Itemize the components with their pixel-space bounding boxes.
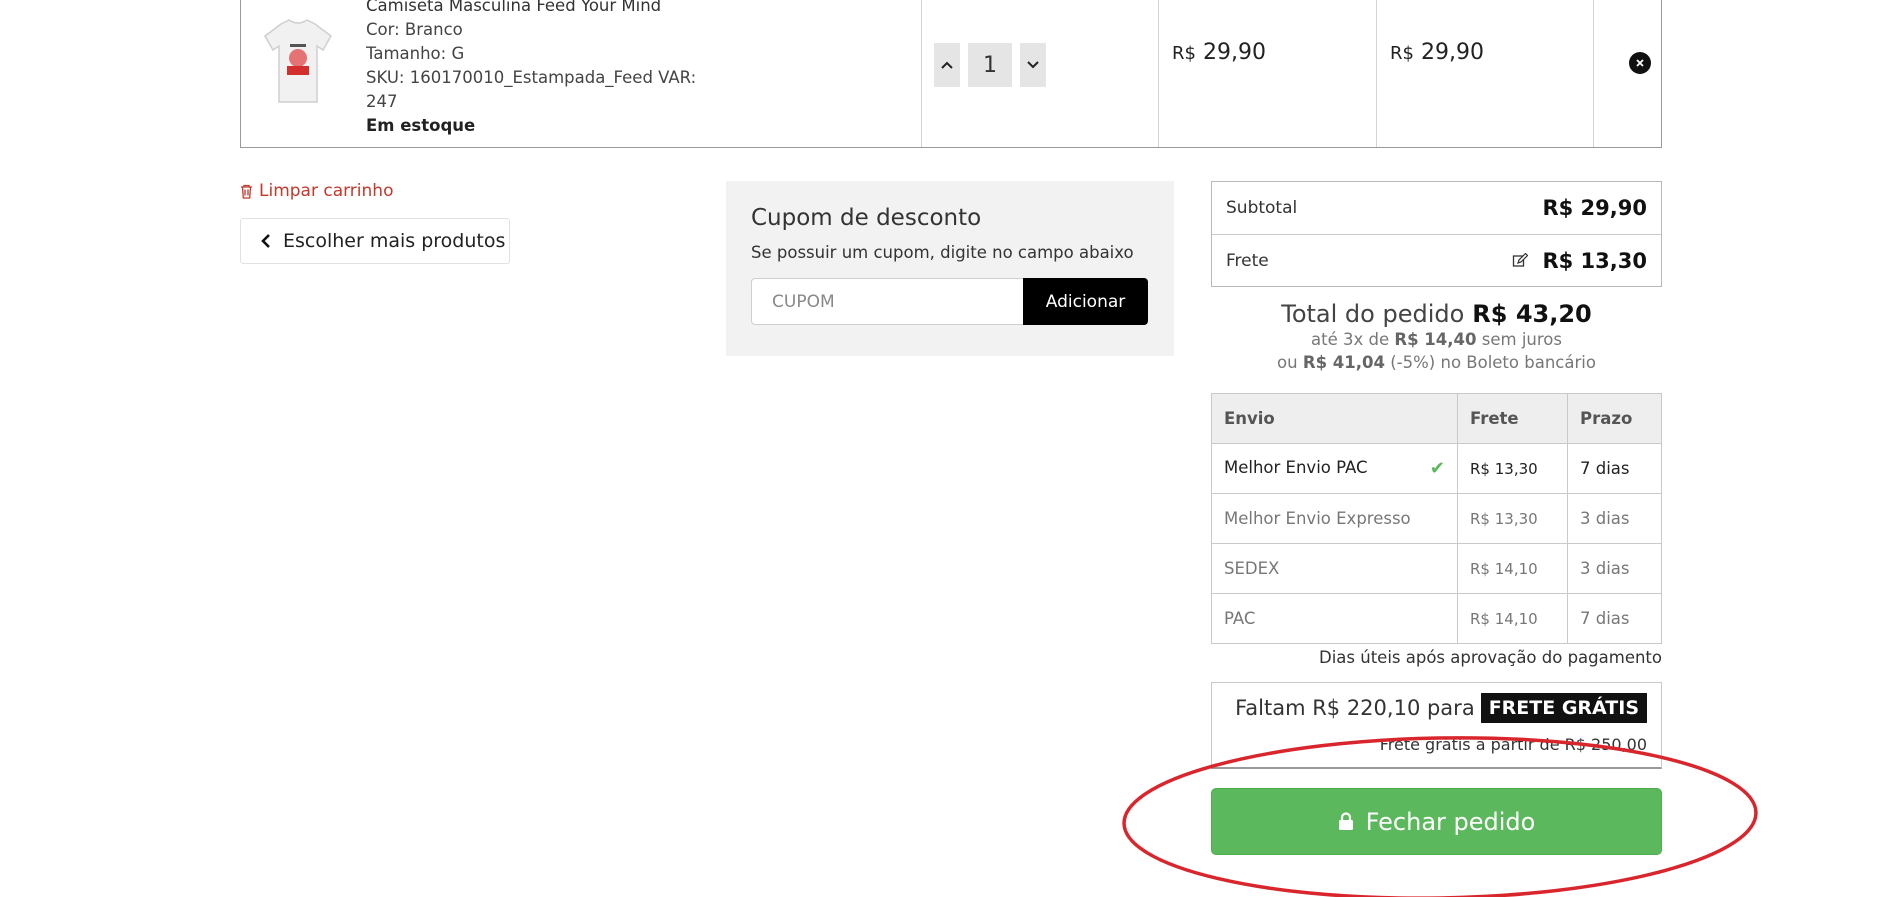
column-header-frete: Frete — [1457, 393, 1568, 444]
unit-price-cell: R$ 29,90 — [1159, 0, 1377, 147]
shipping-method: Melhor Envio Expresso — [1211, 493, 1458, 544]
shipping-method-cell: Melhor Envio PAC ✔ — [1211, 443, 1458, 494]
unit-price: R$ 29,90 — [1172, 40, 1266, 65]
shipping-price: R$ 14,10 — [1457, 543, 1568, 594]
coupon-title: Cupom de desconto — [751, 205, 982, 231]
shipping-price: R$ 13,30 — [1457, 493, 1568, 544]
installments-suffix: sem juros — [1481, 330, 1562, 349]
coupon-input[interactable] — [751, 278, 1023, 325]
total-label: Total do pedido — [1281, 300, 1465, 328]
shipping-price: R$ 13,30 — [1457, 443, 1568, 494]
quantity-value[interactable]: 1 — [968, 43, 1012, 87]
shipping-option-row[interactable]: Melhor Envio PAC ✔ R$ 13,30 7 dias — [1211, 443, 1662, 494]
close-icon — [1636, 59, 1644, 67]
total-line: Total do pedido R$ 43,20 — [1211, 300, 1662, 328]
subtotal-row: Subtotal R$ 29,90 — [1212, 182, 1661, 234]
unit-price-value: 29,90 — [1202, 40, 1266, 65]
clear-cart-label: Limpar carrinho — [259, 181, 394, 201]
total-price-currency: R$ — [1390, 43, 1414, 64]
edit-icon[interactable] — [1512, 252, 1529, 269]
shipping-option-row[interactable]: SEDEX R$ 14,10 3 dias — [1211, 543, 1662, 594]
quantity-decrease-button[interactable] — [1020, 43, 1046, 87]
installments-prefix: até 3x de — [1311, 330, 1390, 349]
column-header-prazo: Prazo — [1567, 393, 1662, 444]
chevron-down-icon — [1027, 61, 1039, 69]
shipping-note: Dias úteis após aprovação do pagamento — [1319, 648, 1662, 667]
trash-icon — [241, 184, 252, 199]
coupon-hint: Se possuir um cupom, digite no campo aba… — [751, 243, 1134, 262]
continue-shopping-button[interactable]: Escolher mais produtos — [240, 218, 510, 264]
chevron-left-icon — [261, 234, 270, 248]
installments-value: R$ 14,40 — [1394, 330, 1477, 349]
total-price: R$ 29,90 — [1390, 40, 1484, 65]
free-shipping-progress: Faltam R$ 220,10 para FRETE GRÁTIS — [1235, 693, 1647, 723]
continue-shopping-label: Escolher mais produtos — [283, 230, 506, 252]
add-coupon-button[interactable]: Adicionar — [1023, 278, 1148, 325]
check-icon: ✔ — [1429, 458, 1445, 479]
stock-status: Em estoque — [366, 116, 476, 135]
clear-cart-link[interactable]: Limpar carrinho — [240, 181, 393, 201]
shipping-method: PAC — [1211, 593, 1458, 644]
cart-page: Camiseta Masculina Feed Your Mind Cor: B… — [0, 0, 1889, 897]
order-summary: Subtotal R$ 29,90 Frete R$ 13,30 — [1211, 181, 1662, 287]
boleto-suffix: (-5%) no Boleto bancário — [1390, 353, 1596, 372]
shipping-method: SEDEX — [1211, 543, 1458, 594]
shipping-options-table: Envio Frete Prazo Melhor Envio PAC ✔ R$ … — [1211, 393, 1662, 644]
shipping-time: 3 dias — [1567, 493, 1662, 544]
shipping-option-row[interactable]: PAC R$ 14,10 7 dias — [1211, 593, 1662, 644]
free-shipping-threshold: Frete grátis a partir de R$ 250,00 — [1379, 735, 1647, 754]
coupon-form: Adicionar — [751, 278, 1149, 325]
quantity-stepper: 1 — [934, 43, 1046, 87]
product-sku: SKU: 160170010_Estampada_Feed VAR: 247 — [366, 68, 697, 111]
coupon-panel: Cupom de desconto Se possuir um cupom, d… — [726, 181, 1174, 356]
shipping-header-row: Envio Frete Prazo — [1211, 393, 1662, 444]
product-size: Tamanho: G — [366, 44, 465, 63]
total-price-cell: R$ 29,90 — [1377, 0, 1594, 147]
shipping-method: Melhor Envio PAC — [1224, 458, 1368, 477]
free-shipping-badge: FRETE GRÁTIS — [1480, 693, 1647, 723]
remove-item-button[interactable] — [1629, 52, 1651, 74]
column-header-envio: Envio — [1211, 393, 1458, 444]
shipping-value: R$ 13,30 — [1542, 248, 1647, 273]
boleto-prefix: ou — [1277, 353, 1298, 372]
product-color: Cor: Branco — [366, 20, 463, 39]
product-info: Camiseta Masculina Feed Your Mind Cor: B… — [366, 0, 706, 138]
shipping-value-group: R$ 13,30 — [1512, 249, 1647, 273]
unit-price-currency: R$ — [1172, 43, 1196, 64]
shipping-row: Frete R$ 13,30 — [1212, 234, 1661, 286]
total-price-value: 29,90 — [1420, 40, 1484, 65]
quantity-cell: 1 — [922, 0, 1159, 147]
product-cell: Camiseta Masculina Feed Your Mind Cor: B… — [241, 0, 922, 147]
cart-item-row: Camiseta Masculina Feed Your Mind Cor: B… — [240, 0, 1662, 148]
lock-icon — [1338, 812, 1353, 830]
shipping-time: 7 dias — [1567, 443, 1662, 494]
shipping-time: 3 dias — [1567, 543, 1662, 594]
free-shipping-remaining: Faltam R$ 220,10 para — [1235, 696, 1475, 720]
checkout-button[interactable]: Fechar pedido — [1211, 788, 1662, 855]
boleto-value: R$ 41,04 — [1302, 353, 1385, 372]
shipping-price: R$ 14,10 — [1457, 593, 1568, 644]
remove-cell — [1594, 0, 1662, 147]
total-value: R$ 43,20 — [1472, 300, 1592, 328]
free-shipping-box: Faltam R$ 220,10 para FRETE GRÁTIS Frete… — [1211, 682, 1662, 769]
boleto-line: ou R$ 41,04 (-5%) no Boleto bancário — [1211, 351, 1662, 374]
installments-line: até 3x de R$ 14,40 sem juros — [1211, 328, 1662, 351]
subtotal-value: R$ 29,90 — [1542, 196, 1647, 220]
subtotal-label: Subtotal — [1226, 198, 1298, 218]
order-total: Total do pedido R$ 43,20 até 3x de R$ 14,… — [1211, 300, 1662, 374]
product-name[interactable]: Camiseta Masculina Feed Your Mind — [366, 0, 706, 18]
quantity-increase-button[interactable] — [934, 43, 960, 87]
tshirt-image — [264, 19, 332, 103]
shipping-label: Frete — [1226, 250, 1269, 271]
shipping-option-row[interactable]: Melhor Envio Expresso R$ 13,30 3 dias — [1211, 493, 1662, 544]
checkout-label: Fechar pedido — [1365, 807, 1536, 836]
shipping-time: 7 dias — [1567, 593, 1662, 644]
chevron-up-icon — [941, 61, 953, 69]
product-thumbnail[interactable] — [259, 16, 337, 108]
